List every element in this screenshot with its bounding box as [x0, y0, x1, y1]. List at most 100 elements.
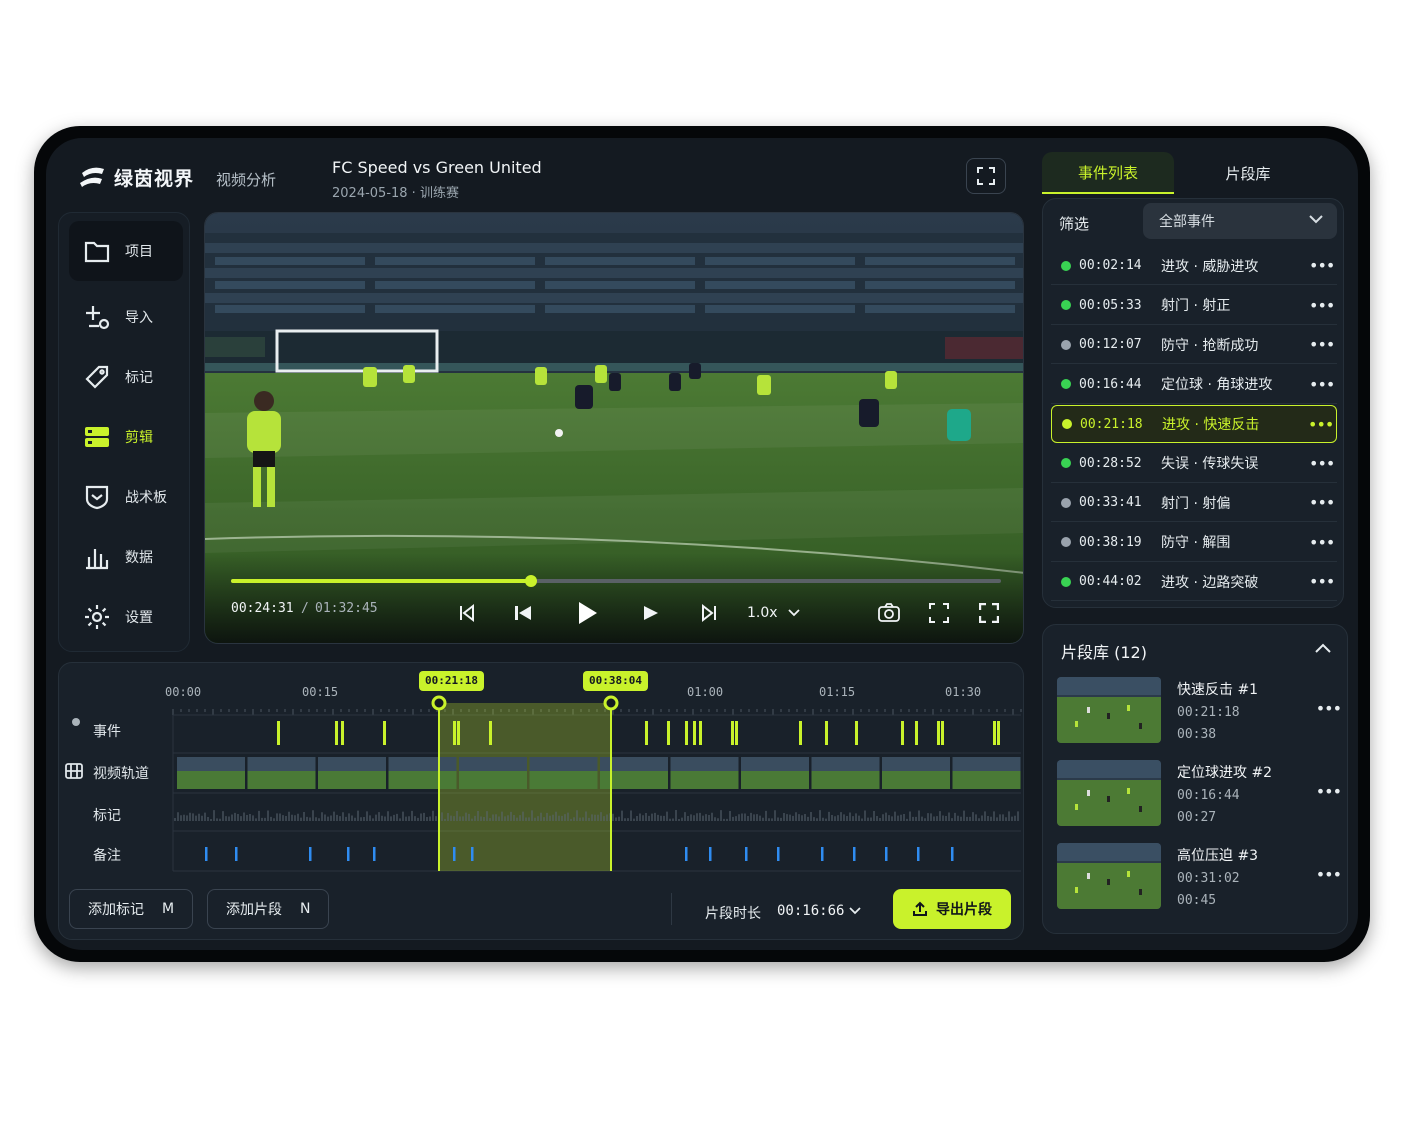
event-status-dot — [1062, 419, 1072, 429]
event-row[interactable]: 00:38:19 防守 · 解围 ••• — [1051, 524, 1337, 562]
clip-item[interactable]: 定位球进攻 #2 00:16:44 00:27 ••• — [1057, 760, 1342, 832]
event-tick — [735, 721, 738, 745]
video-thumb-pitch — [318, 771, 386, 789]
logo-icon — [80, 167, 104, 187]
more-options-icon[interactable]: ••• — [1316, 865, 1342, 884]
previous-frame-button[interactable] — [509, 599, 537, 627]
screenshot-button[interactable] — [875, 599, 903, 627]
next-frame-button[interactable] — [637, 599, 665, 627]
clip-name: 定位球进攻 #2 — [1177, 765, 1273, 781]
note-tick — [373, 847, 376, 861]
more-options-icon[interactable]: ••• — [1309, 296, 1335, 315]
export-clip-button[interactable]: 导出片段 — [893, 889, 1011, 929]
event-status-dot — [1061, 497, 1071, 508]
video-player[interactable]: 00:24:31 / 01:32:45 1.0x — [204, 212, 1024, 644]
skip-start-button[interactable] — [453, 599, 481, 627]
sidebar-item-project[interactable]: 项目 — [69, 221, 183, 281]
video-thumb-pitch — [882, 771, 950, 789]
event-filter-select[interactable]: 全部事件 — [1143, 203, 1337, 239]
event-tick — [489, 721, 492, 745]
timeline-panel: 00:00 00:15 01:00 01:15 01:30 00:21:18 0… — [58, 662, 1024, 940]
import-icon — [86, 306, 110, 330]
more-options-icon[interactable]: ••• — [1308, 415, 1334, 434]
folder-icon — [84, 241, 110, 263]
more-options-icon[interactable]: ••• — [1309, 335, 1335, 354]
event-row[interactable]: 00:16:44 定位球 · 角球进攻 ••• — [1051, 366, 1337, 404]
sidebar-item-tactics[interactable]: 战术板 — [69, 467, 183, 527]
match-subtitle: 2024-05-18 · 训练赛 — [332, 186, 459, 201]
more-options-icon[interactable]: ••• — [1316, 699, 1342, 718]
event-tick — [993, 721, 996, 745]
event-tick — [901, 721, 904, 745]
event-row[interactable]: 00:28:52 失误 · 传球失误 ••• — [1051, 445, 1337, 483]
note-tick — [685, 847, 688, 861]
more-options-icon[interactable]: ••• — [1309, 375, 1335, 394]
right-panel-tabs: 事件列表 片段库 — [1042, 152, 1342, 194]
clip-item[interactable]: 高位压迫 #3 00:31:02 00:45 ••• — [1057, 843, 1342, 915]
video-thumb-pitch — [177, 771, 245, 789]
video-thumb-pitch — [670, 771, 739, 789]
clip-start-time: 00:31:02 — [1177, 871, 1240, 886]
skip-to-start-icon — [460, 603, 474, 623]
event-row[interactable]: 00:12:07 防守 · 抢断成功 ••• — [1051, 326, 1337, 364]
event-tick — [453, 721, 456, 745]
clip-length-value[interactable]: 00:16:66 — [777, 903, 844, 919]
add-clip-label: 添加片段 — [226, 902, 282, 918]
add-clip-button[interactable]: 添加片段 N — [207, 889, 330, 929]
tab-clip-library[interactable]: 片段库 — [1182, 152, 1314, 194]
progress-bar[interactable] — [231, 575, 1001, 587]
more-options-icon[interactable]: ••• — [1309, 533, 1335, 552]
playback-speed-select[interactable]: 1.0x — [747, 605, 800, 621]
event-label: 防守 · 抢断成功 — [1161, 337, 1259, 354]
event-tick — [699, 721, 702, 745]
player-fullscreen-button[interactable] — [975, 599, 1003, 627]
tab-event-list[interactable]: 事件列表 — [1042, 152, 1174, 194]
note-tick — [453, 847, 456, 861]
event-row[interactable]: 00:05:33 射门 · 射正 ••• — [1051, 287, 1337, 325]
note-tick — [471, 847, 474, 861]
add-marker-button[interactable]: 添加标记 M — [69, 889, 194, 929]
chevron-up-icon[interactable] — [1315, 643, 1331, 653]
more-options-icon[interactable]: ••• — [1316, 782, 1342, 801]
range-handle — [603, 695, 619, 711]
event-tick — [997, 721, 1000, 745]
clip-item[interactable]: 快速反击 #1 00:21:18 00:38 ••• — [1057, 677, 1342, 749]
skip-to-end-icon — [702, 603, 716, 623]
sidebar-item-data[interactable]: 数据 — [69, 527, 183, 587]
sidebar-item-tag[interactable]: 标记 — [69, 347, 183, 407]
note-tick — [821, 847, 824, 861]
shortcut-key: N — [300, 901, 311, 917]
event-label: 失误 · 传球失误 — [1161, 456, 1259, 472]
event-label: 进攻 · 边路突破 — [1161, 574, 1259, 591]
play-button[interactable] — [571, 597, 603, 629]
sidebar-item-clip[interactable]: 剪辑 — [69, 407, 183, 467]
video-thumb-pitch — [811, 771, 880, 789]
add-marker-label: 添加标记 — [88, 902, 144, 918]
video-thumb-pitch — [952, 771, 1021, 789]
clip-duration: 00:45 — [1177, 893, 1217, 908]
skip-end-button[interactable] — [695, 599, 723, 627]
event-tick — [799, 721, 802, 745]
more-options-icon[interactable]: ••• — [1309, 454, 1335, 473]
match-title: FC Speed vs Green United — [332, 158, 542, 177]
sidebar-item-import[interactable]: 导入 — [69, 287, 183, 347]
fullscreen-button[interactable] — [966, 158, 1006, 194]
event-row[interactable]: 00:21:18 进攻 · 快速反击 ••• — [1051, 405, 1337, 443]
event-tick — [825, 721, 828, 745]
sidebar-item-settings[interactable]: 设置 — [69, 587, 183, 647]
note-tick — [777, 847, 780, 861]
event-tick — [685, 721, 688, 745]
more-options-icon[interactable]: ••• — [1309, 572, 1335, 591]
clip-duration: 00:38 — [1177, 727, 1217, 742]
event-tick — [457, 721, 460, 745]
clip-thumbnail — [1057, 843, 1161, 909]
event-row[interactable]: 00:44:02 进攻 · 边路突破 ••• — [1051, 563, 1337, 601]
sidebar-item-label: 战术板 — [125, 490, 167, 506]
timeline-tracks[interactable] — [59, 663, 1025, 883]
more-options-icon[interactable]: ••• — [1309, 493, 1335, 512]
event-row[interactable]: 00:33:41 射门 · 射偏 ••• — [1051, 484, 1337, 522]
chevron-down-icon[interactable] — [849, 907, 861, 915]
event-row[interactable]: 00:02:14 进攻 · 威胁进攻 ••• — [1051, 247, 1337, 285]
more-options-icon[interactable]: ••• — [1309, 256, 1335, 275]
crop-button[interactable] — [925, 599, 953, 627]
